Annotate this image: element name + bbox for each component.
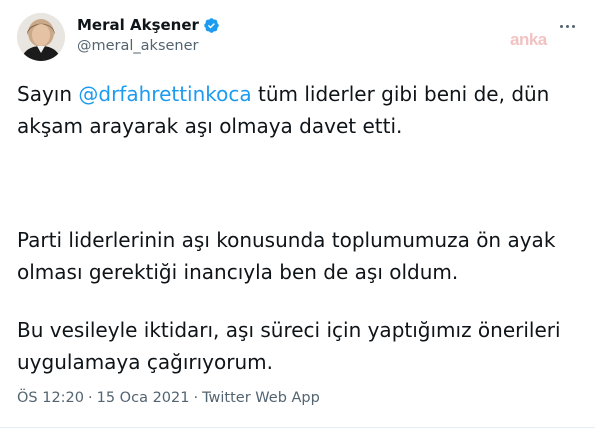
tweet-source-link[interactable]: Twitter Web App <box>202 390 320 406</box>
meta-separator: · <box>193 390 199 406</box>
meta-separator: · <box>88 390 93 406</box>
tweet-metadata: ÖS 12:20 · 15 Oca 2021 · Twitter Web App <box>17 390 320 406</box>
tweet-time[interactable]: ÖS 12:20 <box>17 390 84 406</box>
avatar[interactable] <box>17 13 65 61</box>
more-options-icon[interactable] <box>555 14 579 38</box>
anka-watermark: anka <box>510 30 547 49</box>
tweet-line: uygulamaya çağırıyorum. <box>17 350 273 374</box>
tweet-line: Sayın @drfahrettinkoca tüm liderler gibi… <box>17 78 577 110</box>
avatar-image <box>17 13 65 61</box>
author-handle[interactable]: @meral_aksener <box>77 38 199 54</box>
tweet-paragraph-1: Sayın @drfahrettinkoca tüm liderler gibi… <box>17 78 577 142</box>
tweet-line: Parti liderlerinin aşı konusunda toplumu… <box>17 228 556 252</box>
tweet-line: Bu vesileyle iktidarı, aşı süreci için y… <box>17 318 561 342</box>
verified-badge-icon <box>203 17 220 34</box>
tweet-text: tüm liderler gibi beni de, dün <box>251 82 550 106</box>
author-name-row[interactable]: Meral Akşener <box>77 16 220 34</box>
tweet-date[interactable]: 15 Oca 2021 <box>97 390 190 406</box>
tweet-paragraph-2: Parti liderlerinin aşı konusunda toplumu… <box>17 224 577 288</box>
tweet-line: olması gerektiği inancıyla ben de aşı ol… <box>17 260 459 284</box>
tweet-paragraph-3: Bu vesileyle iktidarı, aşı süreci için y… <box>17 314 577 378</box>
mention-link[interactable]: @drfahrettinkoca <box>78 82 251 106</box>
author-display-name[interactable]: Meral Akşener <box>77 16 199 34</box>
tweet-card: Meral Akşener @meral_aksener anka Sayın … <box>0 0 595 428</box>
tweet-line: akşam arayarak aşı olmaya davet etti. <box>17 114 403 138</box>
tweet-text: Sayın <box>17 82 79 106</box>
